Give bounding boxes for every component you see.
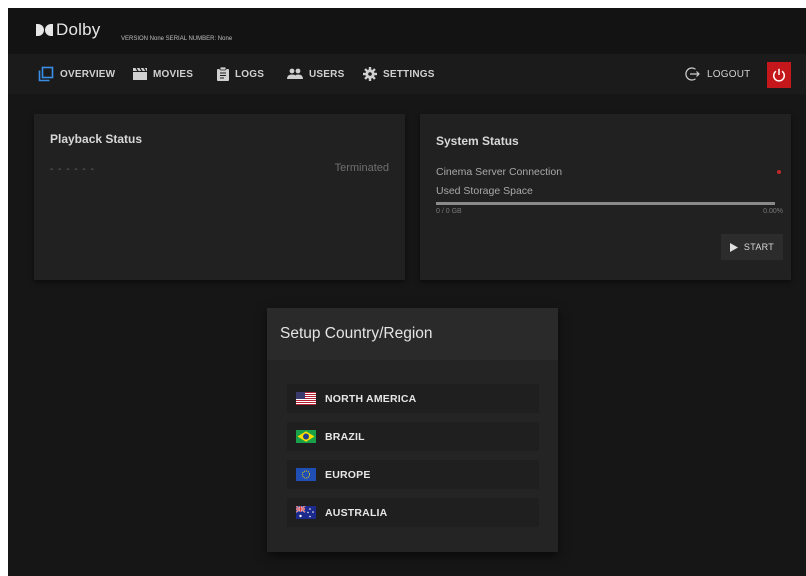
nav-logs-label: LOGS [235,68,265,80]
nav-settings[interactable]: SETTINGS [363,54,435,94]
connection-status-indicator [777,170,781,174]
region-europe[interactable]: EUROPE [287,460,539,489]
eu-flag-icon [296,468,316,481]
nav-overview-label: OVERVIEW [60,68,116,80]
nav-users[interactable]: USERS [287,54,344,94]
clapperboard-icon [133,68,147,80]
region-australia[interactable]: AUSTRALIA [287,498,539,527]
setup-region-dialog: Setup Country/Region NORTH AMERICA BRAZI… [267,308,558,552]
power-button[interactable] [767,62,791,88]
app-window: Dolby VERSION None SERIAL NUMBER: None O… [8,8,806,576]
nav-logs[interactable]: LOGS [217,54,264,94]
playback-status-card: Playback Status - - - - - - Terminated [34,114,405,280]
start-button[interactable]: START [721,234,783,260]
logout-button[interactable]: LOGOUT [685,54,750,94]
clipboard-icon [217,67,229,81]
region-label: NORTH AMERICA [325,392,417,405]
playback-placeholder: - - - - - - [50,164,95,175]
us-flag-icon [296,392,316,405]
users-icon [287,68,303,79]
play-icon [729,242,738,252]
region-label: BRAZIL [325,430,365,443]
overview-icon [38,66,54,82]
logout-label: LOGOUT [707,68,751,80]
power-icon [772,68,786,82]
system-status-title: System Status [436,134,519,148]
nav-movies[interactable]: MOVIES [133,54,193,94]
playback-state: Terminated [334,162,389,174]
system-status-card: System Status Cinema Server Connection U… [420,114,791,280]
brand-name: Dolby [56,20,101,39]
playback-status-title: Playback Status [50,132,143,146]
region-label: EUROPE [325,468,371,481]
dialog-header: Setup Country/Region [267,308,558,360]
nav-movies-label: MOVIES [153,68,194,80]
storage-used-text: 0 / 0 GB [436,208,462,215]
gear-icon [363,67,377,81]
logout-icon [685,67,700,81]
region-label: AUSTRALIA [325,506,388,519]
top-bar: Dolby VERSION None SERIAL NUMBER: None [8,8,806,54]
nav-bar: OVERVIEW MOVIES LOGS USERS SETTINGS LOGO… [8,54,806,94]
region-brazil[interactable]: BRAZIL [287,422,539,451]
cinema-server-connection-label: Cinema Server Connection [436,166,563,178]
australia-flag-icon [296,506,316,519]
start-label: START [743,242,775,252]
nav-overview[interactable]: OVERVIEW [38,54,115,94]
storage-percent-text: 0.00% [763,208,783,215]
nav-users-label: USERS [309,68,345,80]
nav-settings-label: SETTINGS [383,68,435,80]
brazil-flag-icon [296,430,316,443]
region-north-america[interactable]: NORTH AMERICA [287,384,539,413]
dolby-logo-icon [36,24,53,36]
dolby-logo: Dolby [36,20,100,40]
storage-progress-bar [436,202,775,205]
used-storage-label: Used Storage Space [436,185,533,197]
version-text: VERSION None SERIAL NUMBER: None [121,36,233,42]
dialog-title: Setup Country/Region [280,325,433,342]
